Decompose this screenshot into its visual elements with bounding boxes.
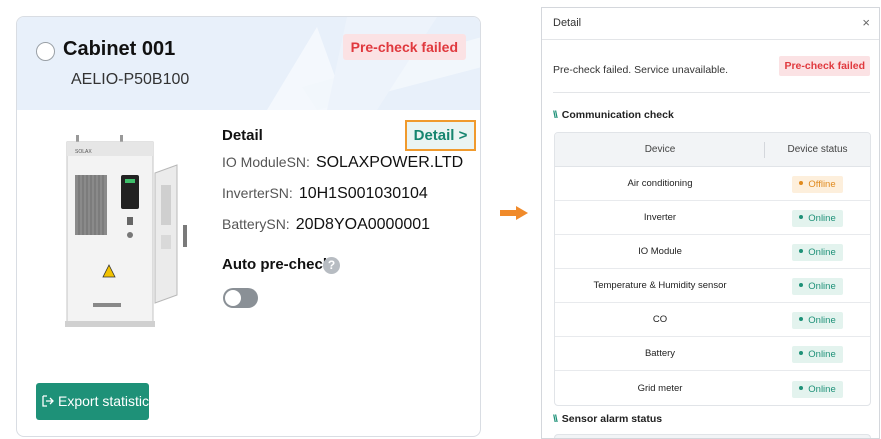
table-header: Device Device status: [555, 133, 870, 167]
section-marker-icon: \\: [553, 109, 558, 121]
status-badge: Online: [792, 210, 843, 227]
cabinet-title: Cabinet 001: [63, 38, 176, 60]
cabinet-model: AELIO-P50B100: [71, 71, 190, 88]
table-row: Grid meter Online: [555, 371, 870, 405]
cabinet-image: SOLAX: [65, 135, 187, 327]
table-row: Inverter Online: [555, 201, 870, 235]
toggle-knob: [225, 290, 241, 306]
table-row: Temperature & Humidity sensor Online: [555, 269, 870, 303]
battery-value: 20D8YOA0000001: [295, 216, 431, 233]
communication-check-title: \\ Communication check: [553, 109, 674, 121]
status-badge: Online: [792, 244, 843, 261]
status-badge: Online: [792, 346, 843, 363]
sensor-table: [554, 434, 871, 438]
io-module-row: IO ModuleSN: SOLAXPOWER.LTD: [222, 154, 463, 172]
device-column-header: Device: [555, 142, 765, 158]
precheck-message: Pre-check failed. Service unavailable.: [553, 64, 729, 76]
export-statistics-button[interactable]: Export statistics: [36, 383, 149, 420]
export-statistics-label: Export statistics: [58, 393, 149, 409]
device-name: Inverter: [643, 212, 677, 223]
device-name: Air conditioning: [627, 178, 693, 189]
auto-precheck-label: Auto pre-check: [222, 256, 332, 273]
device-name: Grid meter: [637, 382, 683, 394]
communication-check-label: Communication check: [561, 109, 674, 121]
message-divider: [553, 92, 870, 93]
status-badge: Offline: [792, 176, 843, 193]
right-arrow-icon: [500, 206, 528, 220]
section-marker-icon: \\: [553, 413, 558, 425]
device-name: IO Module: [638, 246, 682, 257]
detail-panel: Detail × Pre-check failed. Service unava…: [541, 7, 880, 439]
cabinet-card: Cabinet 001 AELIO-P50B100 Pre-check fail…: [16, 16, 481, 437]
header-decoration: [267, 17, 480, 110]
card-header: Cabinet 001 AELIO-P50B100 Pre-check fail…: [17, 17, 480, 110]
communication-table: Device Device status Air conditioning Of…: [554, 132, 871, 406]
detail-heading: Detail: [222, 127, 263, 144]
inverter-value: 10H1S001030104: [298, 185, 428, 202]
panel-divider: [542, 39, 879, 40]
panel-title: Detail: [553, 17, 582, 29]
status-column-header: Device status: [787, 144, 848, 155]
inverter-label: InverterSN:: [222, 185, 293, 201]
status-badge: Online: [792, 380, 843, 398]
table-row: IO Module Online: [555, 235, 870, 269]
status-badge: Online: [792, 312, 843, 329]
export-icon: [42, 383, 54, 420]
io-module-label: IO ModuleSN:: [222, 154, 310, 170]
device-name: CO: [652, 314, 668, 325]
device-name: Battery: [644, 348, 676, 359]
cabinet-brand-text: SOLAX: [75, 149, 92, 155]
question-icon[interactable]: ?: [323, 257, 340, 274]
io-module-value: SOLAXPOWER.LTD: [315, 154, 464, 171]
device-name: Temperature & Humidity sensor: [593, 280, 727, 291]
close-icon[interactable]: ×: [862, 15, 870, 30]
table-row: CO Online: [555, 303, 870, 337]
table-row: Air conditioning Offline: [555, 167, 870, 201]
cabinet-select-radio[interactable]: [36, 42, 55, 61]
detail-link[interactable]: Detail >: [405, 120, 476, 151]
table-row: Battery Online: [555, 337, 870, 371]
status-badge: Online: [792, 278, 843, 295]
inverter-row: InverterSN: 10H1S001030104: [222, 185, 428, 203]
auto-precheck-toggle[interactable]: [223, 288, 258, 308]
battery-row: BatterySN: 20D8YOA0000001: [222, 216, 430, 234]
precheck-status-badge: Pre-check failed: [342, 34, 466, 60]
sensor-alarm-label: Sensor alarm status: [561, 413, 663, 425]
battery-label: BatterySN:: [222, 216, 290, 232]
panel-status-badge: Pre-check failed: [779, 56, 870, 76]
sensor-alarm-title: \\ Sensor alarm status: [553, 413, 662, 425]
